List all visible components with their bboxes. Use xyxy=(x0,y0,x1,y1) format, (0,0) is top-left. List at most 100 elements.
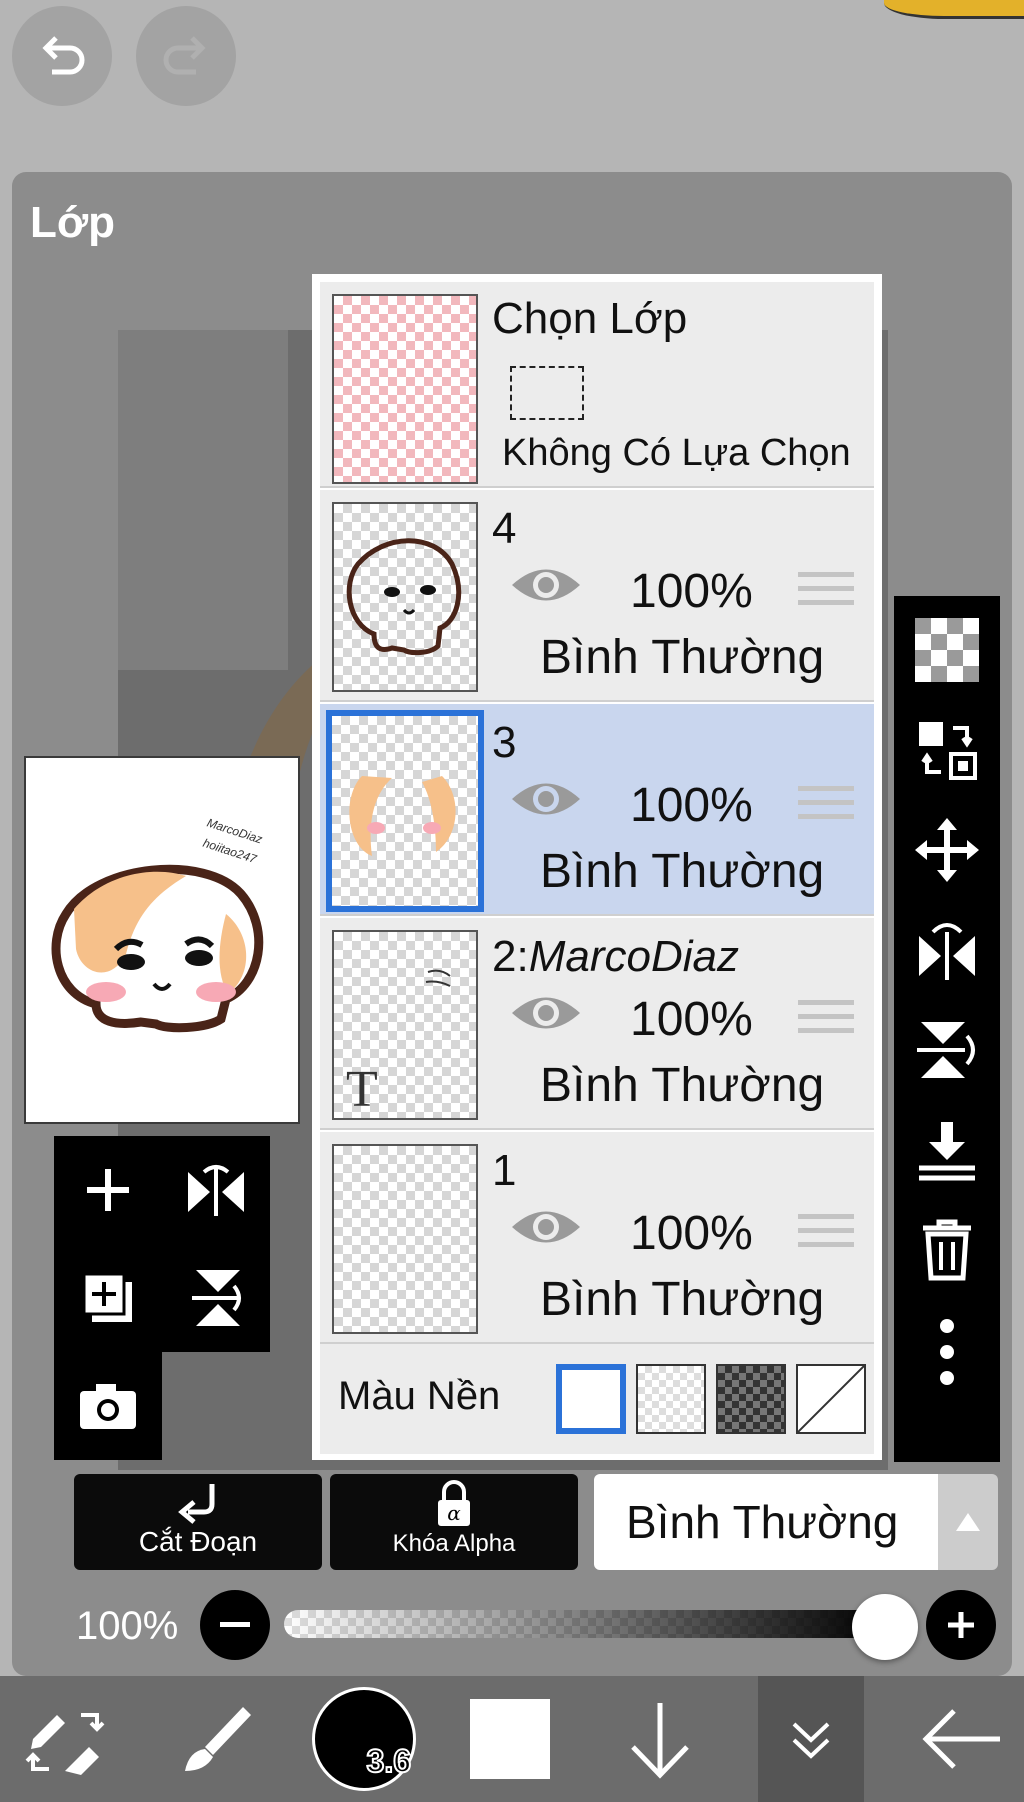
layer-opacity: 100% xyxy=(630,779,753,832)
undo-button[interactable] xyxy=(12,6,112,106)
minus-icon xyxy=(220,1622,250,1627)
duplicate-icon xyxy=(82,1272,132,1322)
move-down-button[interactable] xyxy=(600,1676,720,1802)
merge-down-icon xyxy=(919,1122,975,1181)
opacity-slider[interactable] xyxy=(284,1610,884,1638)
move-layer-button[interactable] xyxy=(894,800,1000,900)
tool-switch-button[interactable] xyxy=(0,1676,130,1802)
alpha-lock-label: Khóa Alpha xyxy=(392,1530,516,1557)
layer-name: 4 xyxy=(492,504,517,553)
drag-handle-icon[interactable] xyxy=(798,786,854,828)
background-dark-checker-swatch[interactable] xyxy=(716,1364,786,1434)
trash-icon xyxy=(923,1219,971,1281)
merge-down-button[interactable] xyxy=(894,1100,1000,1200)
undo-icon xyxy=(42,36,85,75)
visibility-eye-icon[interactable] xyxy=(508,562,584,608)
layer-thumbnail xyxy=(332,502,478,692)
visibility-eye-icon[interactable] xyxy=(508,776,584,822)
checkerboard-icon xyxy=(915,618,979,682)
layers-list: Chọn Lớp Không Có Lựa Chọn 4 100% Bình T… xyxy=(312,274,882,1460)
import-photo-button[interactable] xyxy=(54,1352,162,1460)
flip-layer-vertical-button[interactable] xyxy=(162,1244,270,1352)
brush-size-circle: 3.6 xyxy=(312,1687,416,1791)
layer-thumbnail xyxy=(326,710,484,912)
clipping-button[interactable]: Cắt Đoạn xyxy=(74,1474,322,1570)
layer-row[interactable]: 1 100% Bình Thường xyxy=(320,1132,874,1344)
selection-thumbnail xyxy=(332,294,478,484)
layer-row[interactable]: 4 100% Bình Thường xyxy=(320,490,874,702)
delete-layer-button[interactable] xyxy=(894,1200,1000,1300)
more-vertical-icon xyxy=(940,1319,954,1385)
pen-eraser-switch-icon xyxy=(25,1713,105,1775)
camera-icon xyxy=(80,1384,136,1429)
brush-size-value: 3.6 xyxy=(366,1742,413,1780)
flip-horizontal-icon xyxy=(919,923,975,980)
plus-icon xyxy=(87,1169,129,1211)
swap-layer-button[interactable] xyxy=(894,700,1000,800)
opacity-increase-button[interactable] xyxy=(926,1590,996,1660)
move-icon xyxy=(915,818,979,882)
add-layer-button[interactable] xyxy=(54,1136,162,1244)
flip-horizontal-icon xyxy=(188,1165,244,1216)
selection-layer-title: Chọn Lớp xyxy=(492,294,688,343)
svg-text:α: α xyxy=(447,1501,461,1525)
opacity-slider-knob[interactable] xyxy=(852,1594,918,1660)
color-picker-button[interactable] xyxy=(450,1676,570,1802)
bottom-toolbar: 3.6 xyxy=(0,1676,1024,1802)
visibility-eye-icon[interactable] xyxy=(508,990,584,1036)
layer-opacity: 100% xyxy=(630,565,753,618)
flip-vertical-icon xyxy=(192,1270,241,1326)
current-color-swatch xyxy=(470,1699,550,1779)
more-options-button[interactable] xyxy=(894,1302,1000,1402)
layer-blend-mode: Bình Thường xyxy=(540,1273,825,1326)
canvas-margin xyxy=(118,330,288,670)
layer-row-selected[interactable]: 3 100% Bình Thường xyxy=(320,704,874,916)
clipping-label: Cắt Đoạn xyxy=(138,1526,258,1557)
layer-thumbnail xyxy=(332,1144,478,1334)
lock-icon: α xyxy=(438,1480,470,1526)
alpha-lock-button[interactable]: α Khóa Alpha xyxy=(330,1474,578,1570)
layer-thumbnail: T xyxy=(332,930,478,1120)
blend-mode-dropdown-button[interactable] xyxy=(938,1474,998,1570)
background-transparent-swatch[interactable] xyxy=(636,1364,706,1434)
arrow-down-icon xyxy=(631,1703,689,1779)
selection-frame-icon xyxy=(510,366,584,420)
layer-row[interactable]: T 2:MarcoDiaz 100% Bình Thường xyxy=(320,918,874,1130)
canvas-preview[interactable]: MarcoDiaz hoiitao247 xyxy=(24,756,300,1124)
background-color-row: Màu Nền xyxy=(320,1344,874,1454)
background-white-swatch[interactable] xyxy=(556,1364,626,1434)
triangle-up-icon xyxy=(956,1513,980,1531)
opacity-value: 100% xyxy=(76,1604,179,1648)
drag-handle-icon[interactable] xyxy=(798,572,854,614)
panel-title: Lớp xyxy=(30,198,116,247)
layer-name: 3 xyxy=(492,718,517,767)
arrow-left-icon xyxy=(922,1709,1000,1769)
layer-blend-mode: Bình Thường xyxy=(540,1059,825,1112)
layer-tools-toolbar xyxy=(894,596,1000,1462)
transparent-layer-button[interactable] xyxy=(894,600,1000,700)
opacity-decrease-button[interactable] xyxy=(200,1590,270,1660)
character-drawing xyxy=(51,864,264,1033)
layer-opacity: 100% xyxy=(630,993,753,1046)
layer-blend-mode: Bình Thường xyxy=(540,845,825,898)
brush-icon xyxy=(185,1707,251,1771)
duplicate-layer-button[interactable] xyxy=(54,1244,162,1352)
plus-icon xyxy=(948,1612,974,1638)
flip-vertical-icon xyxy=(917,1022,975,1078)
drag-handle-icon[interactable] xyxy=(798,1214,854,1256)
back-button[interactable] xyxy=(900,1676,1024,1802)
blend-mode-select[interactable]: Bình Thường xyxy=(594,1474,938,1570)
brush-size-button[interactable]: 3.6 xyxy=(298,1676,430,1802)
brush-tool-button[interactable] xyxy=(150,1676,280,1802)
selection-layer-row[interactable]: Chọn Lớp Không Có Lựa Chọn xyxy=(320,282,874,488)
drag-handle-icon[interactable] xyxy=(798,1000,854,1042)
flip-horizontal-button[interactable] xyxy=(894,900,1000,1000)
background-none-swatch[interactable] xyxy=(796,1364,866,1434)
redo-icon xyxy=(163,36,206,75)
flip-vertical-button[interactable] xyxy=(894,1000,1000,1100)
flip-layer-horizontal-button[interactable] xyxy=(162,1136,270,1244)
layer-name: 2:MarcoDiaz xyxy=(492,932,739,981)
layers-toggle-button[interactable] xyxy=(758,1676,864,1802)
visibility-eye-icon[interactable] xyxy=(508,1204,584,1250)
redo-button[interactable] xyxy=(136,6,236,106)
